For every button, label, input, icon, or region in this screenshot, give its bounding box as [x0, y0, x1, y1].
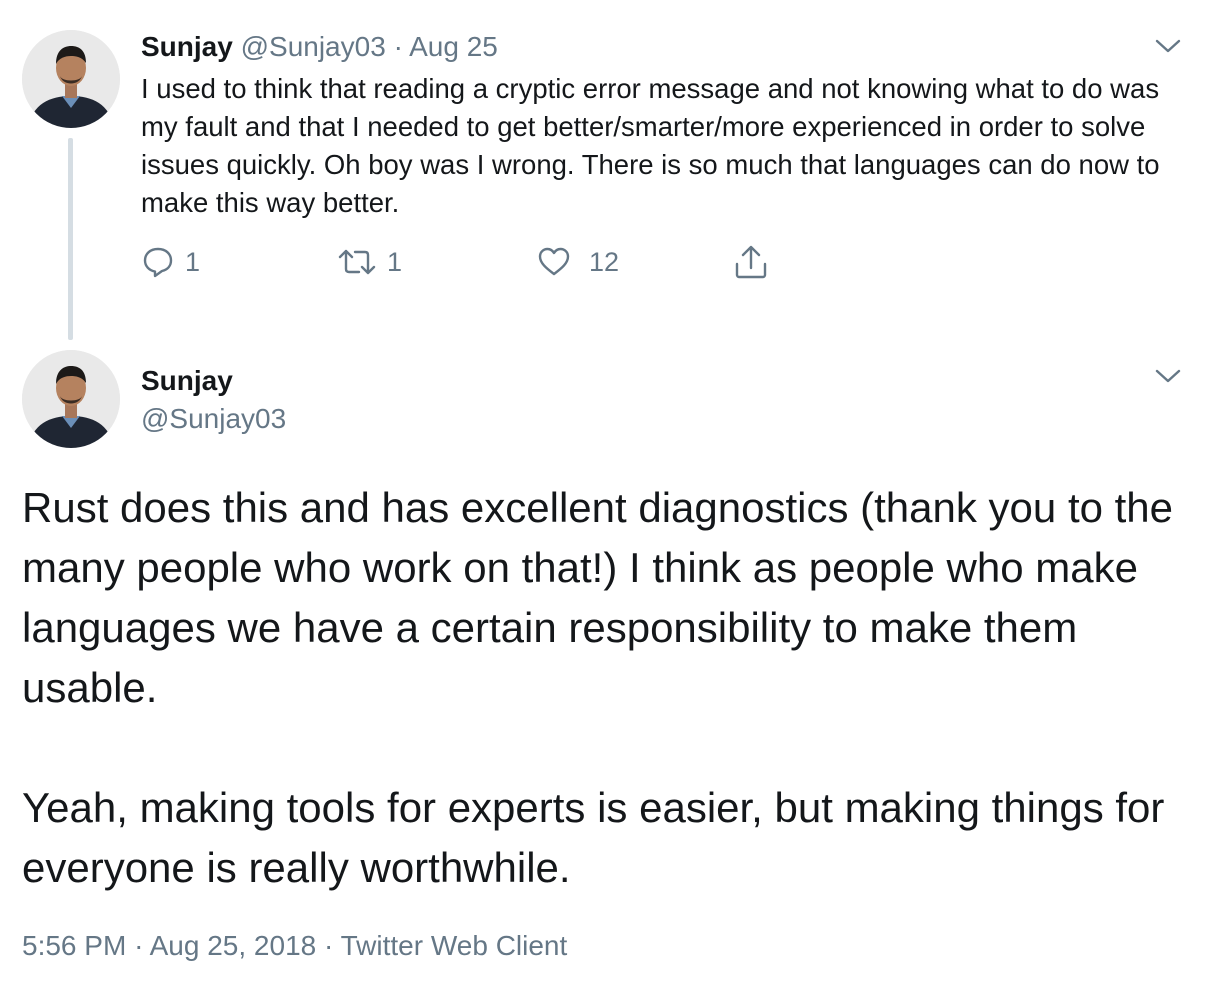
tweet1-header: Sunjay @Sunjay03 · Aug 25 [141, 30, 498, 64]
tweet2-date[interactable]: Aug 25, 2018 [150, 930, 317, 961]
tweet1-author-handle[interactable]: @Sunjay03 [241, 31, 386, 62]
tweet1-date[interactable]: Aug 25 [409, 31, 498, 62]
tweet2-paragraph-1: Rust does this and has excellent diagnos… [22, 484, 1174, 711]
tweet2-more-menu-button[interactable] [1154, 366, 1182, 386]
retweet-button[interactable]: 1 [337, 242, 402, 282]
like-button[interactable]: 12 [537, 242, 619, 282]
tweet2-avatar[interactable] [22, 350, 120, 448]
tweet1-text: I used to think that reading a cryptic e… [141, 73, 1160, 218]
chevron-down-icon [1155, 369, 1181, 383]
tweet2-paragraph-2: Yeah, making tools for experts is easier… [22, 784, 1165, 891]
reply-count: 1 [185, 246, 201, 277]
tweet1-author-name[interactable]: Sunjay [141, 31, 233, 62]
thread-connector-line [68, 138, 73, 340]
tweet2-time[interactable]: 5:56 PM [22, 930, 126, 961]
reply-button[interactable]: 1 [141, 242, 200, 282]
retweet-icon [338, 249, 376, 275]
tweet2-meta-separator-2: · [324, 930, 334, 961]
tweet1-more-menu-button[interactable] [1154, 36, 1182, 56]
reply-icon [143, 247, 173, 278]
share-button[interactable] [733, 242, 769, 282]
like-count: 12 [589, 246, 620, 277]
tweet1-dot-separator: · [393, 31, 403, 62]
tweet2-author-name[interactable]: Sunjay [141, 364, 233, 398]
heart-icon [538, 247, 570, 276]
tweet1-avatar[interactable] [22, 30, 120, 128]
tweet2-text: Rust does this and has excellent diagnos… [22, 478, 1192, 898]
avatar-photo [22, 30, 120, 128]
tweet1-action-bar: 1 1 12 [141, 242, 841, 282]
tweet2-author-handle[interactable]: @Sunjay03 [141, 402, 286, 436]
tweet2-metadata: 5:56 PM · Aug 25, 2018 · Twitter Web Cli… [22, 928, 567, 964]
tweet2-meta-separator-1: · [134, 930, 144, 961]
retweet-count: 1 [387, 246, 403, 277]
avatar-photo [22, 350, 120, 448]
share-icon [735, 245, 767, 279]
tweet2-client[interactable]: Twitter Web Client [341, 930, 568, 961]
chevron-down-icon [1155, 39, 1181, 53]
